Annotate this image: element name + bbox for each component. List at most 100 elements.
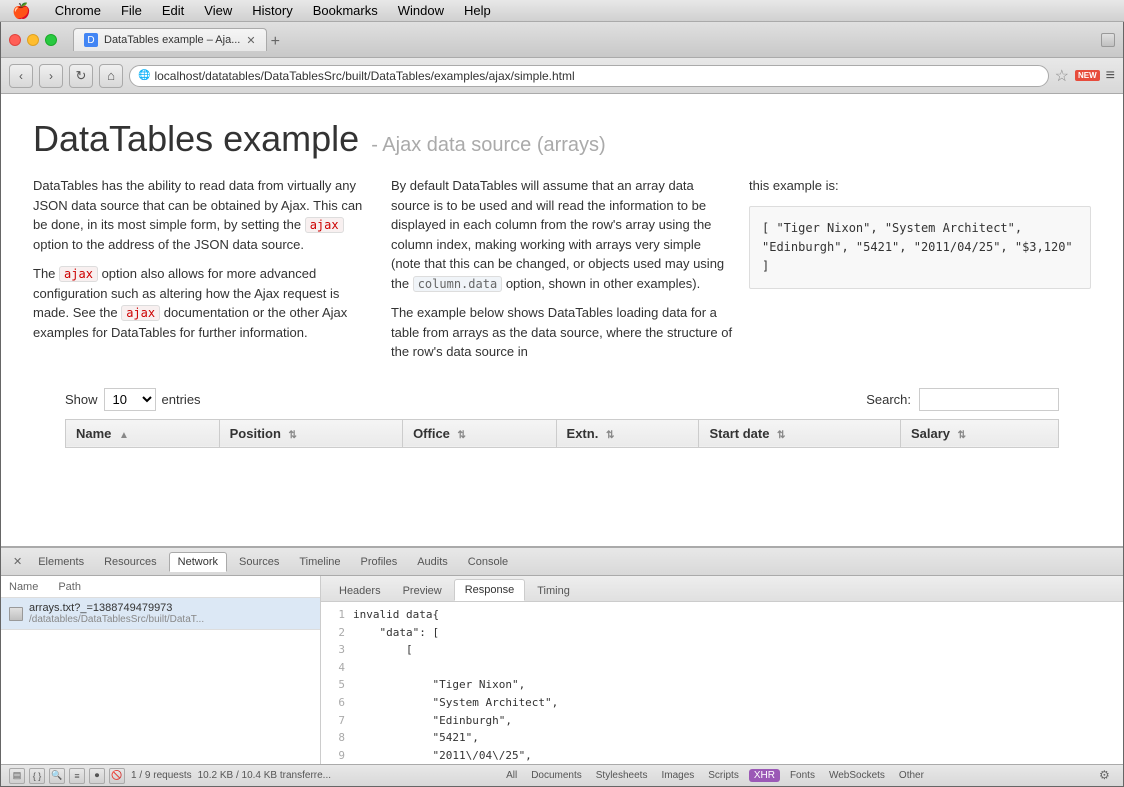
- devtools-search-icon[interactable]: 🔍: [49, 768, 65, 784]
- devtools-list-icon[interactable]: ≡: [69, 768, 85, 784]
- col-name[interactable]: Name ▲: [66, 419, 220, 447]
- search-box: Search:: [866, 388, 1059, 411]
- desc-para-3: By default DataTables will assume that a…: [391, 176, 733, 293]
- page-content: DataTables example - Ajax data source (a…: [1, 94, 1123, 786]
- col-startdate[interactable]: Start date ⇅: [699, 419, 900, 447]
- devtools-dock-icon[interactable]: ▤: [9, 768, 25, 784]
- filter-stylesheets[interactable]: Stylesheets: [592, 769, 652, 782]
- col-office[interactable]: Office ⇅: [403, 419, 556, 447]
- response-line: 8 "5421",: [321, 729, 1123, 747]
- apple-logo[interactable]: 🍎: [8, 2, 35, 20]
- devtools-sidebar: Name Path arrays.txt?_=1388749479973 /da…: [1, 576, 321, 764]
- devtools-tab-console[interactable]: Console: [460, 553, 516, 571]
- search-label: Search:: [866, 392, 911, 407]
- col-salary[interactable]: Salary ⇅: [900, 419, 1058, 447]
- devtools-record-icon[interactable]: ⏺: [89, 768, 105, 784]
- url-lock-icon: 🌐: [138, 70, 150, 81]
- sort-arrow-extn: ⇅: [606, 430, 614, 441]
- devtools-settings-icon[interactable]: ⚙: [1099, 768, 1115, 784]
- panel-tab-preview[interactable]: Preview: [393, 581, 452, 601]
- bookmark-star-button[interactable]: ☆: [1055, 66, 1069, 86]
- sidebar-col-name: Name: [9, 581, 38, 593]
- devtools-clear-icon[interactable]: 🚫: [109, 768, 125, 784]
- browser-tab[interactable]: D DataTables example – Aja... ✕: [73, 28, 267, 51]
- panel-tab-headers[interactable]: Headers: [329, 581, 391, 601]
- response-line: 2 "data": [: [321, 624, 1123, 642]
- panel-tab-timing[interactable]: Timing: [527, 581, 580, 601]
- filter-xhr[interactable]: XHR: [749, 769, 780, 782]
- filter-fonts[interactable]: Fonts: [786, 769, 819, 782]
- tab-bar: D DataTables example – Aja... ✕ +: [73, 28, 1093, 51]
- web-content: DataTables example - Ajax data source (a…: [1, 94, 1123, 546]
- sort-arrow-startdate: ⇅: [777, 430, 785, 441]
- forward-button[interactable]: ›: [39, 64, 63, 88]
- sort-arrow-salary: ⇅: [958, 430, 966, 441]
- desc-para-1: DataTables has the ability to read data …: [33, 176, 375, 254]
- devtools-file-item[interactable]: arrays.txt?_=1388749479973 /datatables/D…: [1, 598, 320, 630]
- sidebar-col-path: Path: [58, 581, 81, 593]
- col-extn[interactable]: Extn. ⇅: [556, 419, 699, 447]
- address-toolbar: ‹ › ↻ ⌂ 🌐 localhost/datatables/DataTable…: [1, 58, 1123, 94]
- menu-bookmarks[interactable]: Bookmarks: [309, 3, 382, 18]
- content-col-2: By default DataTables will assume that a…: [391, 176, 733, 372]
- panel-tab-response[interactable]: Response: [454, 579, 526, 601]
- menu-edit[interactable]: Edit: [158, 3, 188, 18]
- response-line: 4: [321, 659, 1123, 677]
- devtools-tab-elements[interactable]: Elements: [30, 553, 92, 571]
- devtools-close-button[interactable]: ✕: [9, 553, 26, 570]
- response-line: 1invalid data{: [321, 606, 1123, 624]
- search-input[interactable]: [919, 388, 1059, 411]
- filter-images[interactable]: Images: [657, 769, 698, 782]
- menu-history[interactable]: History: [248, 3, 296, 18]
- browser-menu-button[interactable]: ≡: [1106, 67, 1115, 85]
- devtools-tab-profiles[interactable]: Profiles: [353, 553, 406, 571]
- content-col-3: this example is: [ "Tiger Nixon", "Syste…: [749, 176, 1091, 372]
- mac-menubar: 🍎 Chrome File Edit View History Bookmark…: [0, 0, 1124, 22]
- json-example-box: [ "Tiger Nixon", "System Architect", "Ed…: [749, 206, 1091, 290]
- menu-view[interactable]: View: [200, 3, 236, 18]
- menu-window[interactable]: Window: [394, 3, 448, 18]
- devtools-tab-timeline[interactable]: Timeline: [291, 553, 348, 571]
- new-tab-button[interactable]: +: [271, 33, 280, 51]
- back-button[interactable]: ‹: [9, 64, 33, 88]
- file-name: arrays.txt?_=1388749479973: [29, 602, 204, 614]
- page-heading: DataTables example - Ajax data source (a…: [33, 118, 1091, 160]
- menu-chrome[interactable]: Chrome: [51, 3, 105, 18]
- page-title-text: DataTables example: [33, 118, 359, 160]
- minimize-button[interactable]: [27, 34, 39, 46]
- devtools-bottom-bar: ▤ { } 🔍 ≡ ⏺ 🚫 1 / 9 requests 10.2 KB / 1…: [1, 764, 1123, 786]
- bottom-filter-tabs: All Documents Stylesheets Images Scripts…: [502, 769, 928, 782]
- url-text: localhost/datatables/DataTablesSrc/built…: [154, 69, 574, 83]
- address-bar[interactable]: 🌐 localhost/datatables/DataTablesSrc/bui…: [129, 65, 1049, 87]
- filter-websockets[interactable]: WebSockets: [825, 769, 889, 782]
- devtools-tab-resources[interactable]: Resources: [96, 553, 165, 571]
- table-header-row: Name ▲ Position ⇅ Office ⇅ Extn. ⇅ Start…: [66, 419, 1059, 447]
- window-control-btn[interactable]: [1101, 33, 1115, 47]
- devtools-tab-audits[interactable]: Audits: [409, 553, 456, 571]
- tab-close-button[interactable]: ✕: [246, 34, 255, 47]
- menu-help[interactable]: Help: [460, 3, 495, 18]
- filter-documents[interactable]: Documents: [527, 769, 586, 782]
- devtools-main-panel: Headers Preview Response Timing 1invalid…: [321, 576, 1123, 764]
- home-button[interactable]: ⌂: [99, 64, 123, 88]
- devtools-body: Name Path arrays.txt?_=1388749479973 /da…: [1, 576, 1123, 764]
- close-button[interactable]: [9, 34, 21, 46]
- entries-select[interactable]: 10 25 50 100: [104, 388, 156, 411]
- sort-arrow-office: ⇅: [458, 430, 466, 441]
- devtools-tab-sources[interactable]: Sources: [231, 553, 287, 571]
- col-position[interactable]: Position ⇅: [219, 419, 402, 447]
- transfer-size: 10.2 KB / 10.4 KB transferre...: [198, 770, 331, 781]
- devtools-inspect-icon[interactable]: { }: [29, 768, 45, 784]
- devtools-tab-network[interactable]: Network: [169, 552, 227, 572]
- filter-all[interactable]: All: [502, 769, 521, 782]
- table-controls: Show 10 25 50 100 entries Search:: [33, 388, 1091, 419]
- refresh-button[interactable]: ↻: [69, 64, 93, 88]
- filter-scripts[interactable]: Scripts: [704, 769, 743, 782]
- filter-other[interactable]: Other: [895, 769, 928, 782]
- show-label: Show: [65, 392, 98, 407]
- menu-file[interactable]: File: [117, 3, 146, 18]
- file-info: arrays.txt?_=1388749479973 /datatables/D…: [29, 602, 204, 625]
- requests-count: 1 / 9 requests: [131, 770, 192, 781]
- sort-arrow-position: ⇅: [289, 430, 297, 441]
- maximize-button[interactable]: [45, 34, 57, 46]
